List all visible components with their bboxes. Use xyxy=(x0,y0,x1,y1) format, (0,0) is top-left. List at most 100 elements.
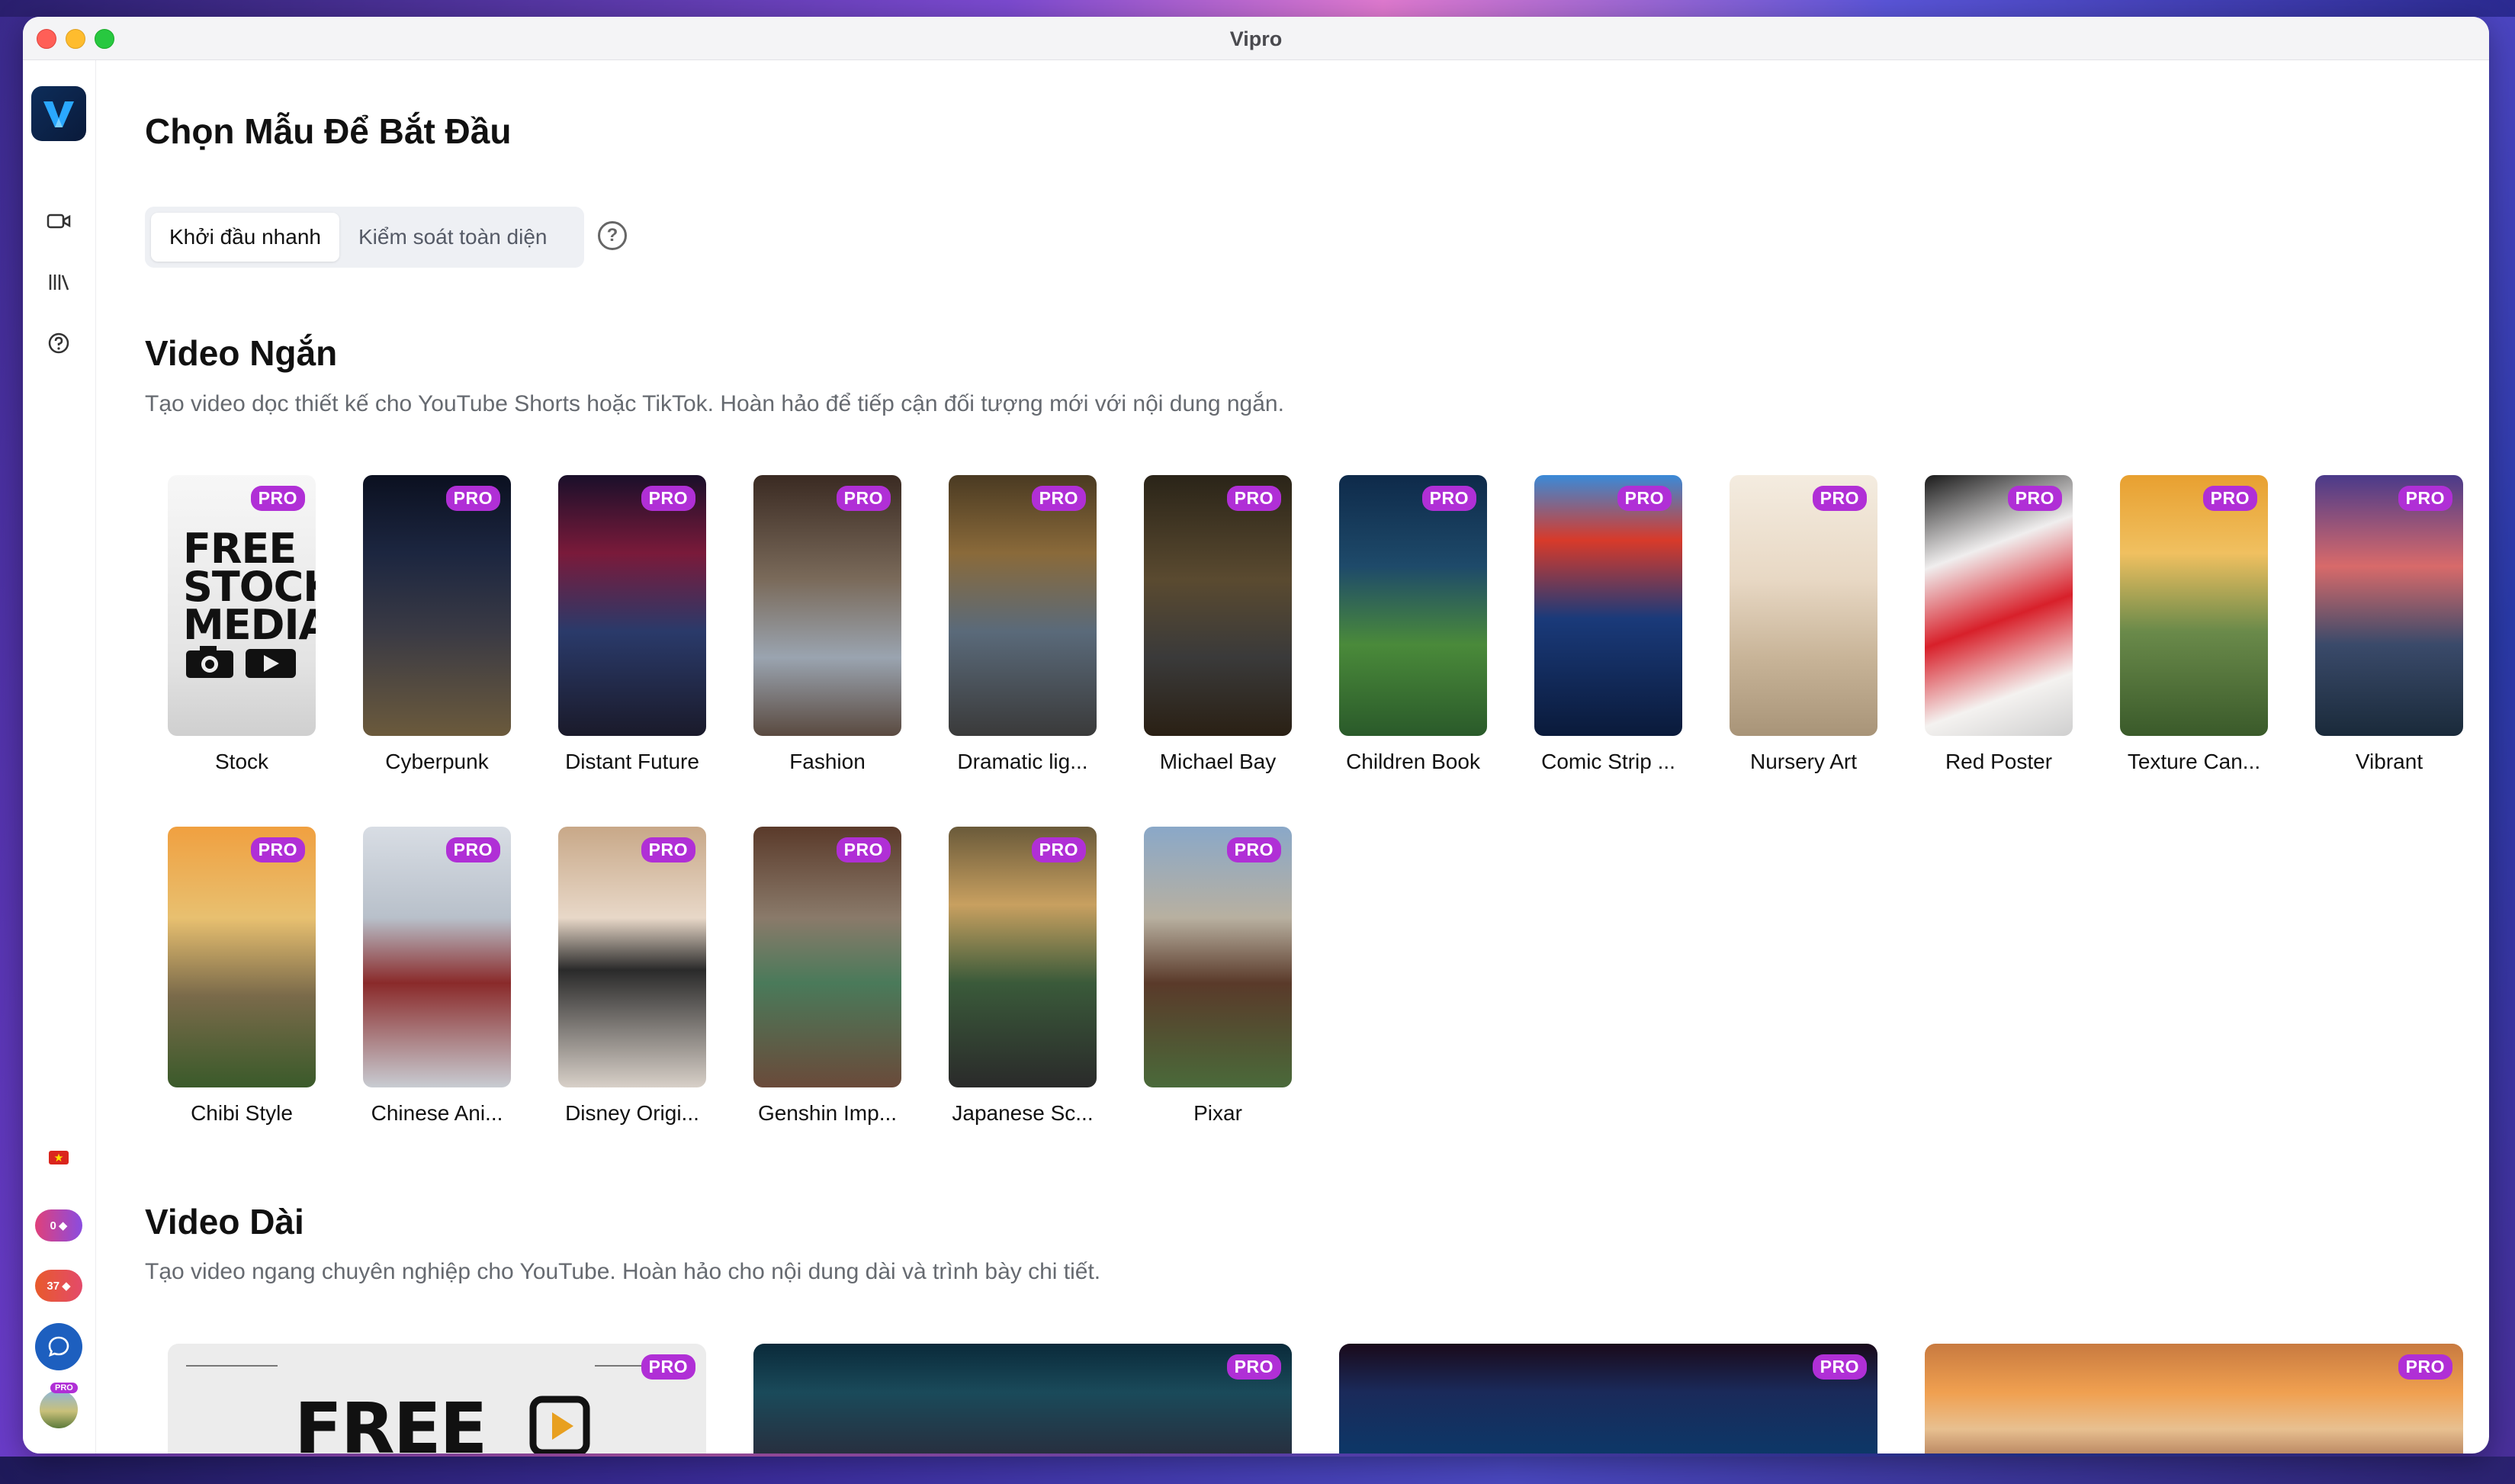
template-label: Cyberpunk xyxy=(385,750,489,773)
template-card-disney-original[interactable]: PRO Disney Origi... xyxy=(558,827,706,1126)
window-title: Vipro xyxy=(1229,27,1283,50)
template-thumbnail: PRO xyxy=(558,475,706,736)
template-card-japanese-school[interactable]: PRO Japanese Sc... xyxy=(949,827,1097,1126)
credits-count: 37 xyxy=(47,1279,60,1293)
template-thumbnail: PRO xyxy=(2315,475,2463,736)
template-thumbnail: PRO xyxy=(949,475,1097,736)
template-label: Dramatic lig... xyxy=(957,750,1088,773)
video-camera-icon[interactable] xyxy=(44,207,73,236)
template-label: Chibi Style xyxy=(191,1101,293,1125)
points-badge[interactable]: 0 ◆ xyxy=(35,1209,82,1241)
template-label: Michael Bay xyxy=(1159,750,1277,773)
template-label: Japanese Sc... xyxy=(952,1101,1094,1125)
title-bar: Vipro xyxy=(23,17,2489,60)
desktop-wallpaper-top xyxy=(0,0,2515,17)
template-label: Stock xyxy=(214,750,269,773)
long-video-section-description: Tạo video ngang chuyên nghiệp cho YouTub… xyxy=(145,1259,1101,1284)
template-thumbnail: PRO xyxy=(1144,827,1292,1087)
long-template-card-neon-city[interactable]: PRO xyxy=(1339,1344,1877,1453)
template-thumbnail: PRO xyxy=(2120,475,2268,736)
pro-badge: PRO xyxy=(641,1354,695,1380)
template-label: Vibrant xyxy=(2355,750,2423,773)
template-card-distant-future[interactable]: PRO Distant Future xyxy=(558,475,706,774)
template-thumbnail: PRO xyxy=(558,827,706,1087)
template-thumbnail: PRO xyxy=(363,827,511,1087)
pro-badge: PRO xyxy=(1812,1354,1867,1380)
template-thumbnail: FREESTOCKMEDIA PRO xyxy=(168,475,316,736)
pro-badge: PRO xyxy=(445,486,500,511)
template-label: Nursery Art xyxy=(1749,750,1858,773)
tab-quick-start[interactable]: Khởi đầu nhanh xyxy=(151,213,339,262)
language-flag-icon[interactable] xyxy=(49,1151,69,1164)
pro-badge: PRO xyxy=(1617,486,1672,511)
page-title: Chọn Mẫu Để Bắt Đầu xyxy=(145,111,512,151)
divider xyxy=(186,1365,278,1367)
long-template-card-cyberpunk[interactable]: PRO xyxy=(753,1344,1292,1453)
template-card-stock[interactable]: FREESTOCKMEDIA PRO Stock xyxy=(168,475,316,774)
pro-badge: PRO xyxy=(1031,837,1086,862)
mode-tabs: Khởi đầu nhanh Kiểm soát toàn diện xyxy=(145,207,584,268)
pro-badge: PRO xyxy=(2202,486,2257,511)
template-card-chibi-style[interactable]: PRO Chibi Style xyxy=(168,827,316,1126)
template-label: Fashion xyxy=(789,750,866,773)
template-thumbnail: PRO xyxy=(168,827,316,1087)
short-video-section-title: Video Ngắn xyxy=(145,333,338,373)
template-card-fashion[interactable]: PRO Fashion xyxy=(753,475,901,774)
chat-button[interactable] xyxy=(35,1323,82,1370)
template-label: Chinese Ani... xyxy=(371,1101,503,1125)
pro-badge: PRO xyxy=(1812,486,1867,511)
help-icon[interactable] xyxy=(44,329,73,358)
user-avatar[interactable] xyxy=(40,1390,78,1428)
points-count: 0 xyxy=(50,1219,56,1232)
template-thumbnail: PRO xyxy=(363,475,511,736)
play-icon xyxy=(529,1396,590,1453)
template-label: Genshin Imp... xyxy=(757,1101,898,1125)
pro-badge: PRO xyxy=(836,486,891,511)
pro-badge: PRO xyxy=(250,486,305,511)
pro-badge: PRO xyxy=(1226,486,1281,511)
template-card-texture-canvas[interactable]: PRO Texture Can... xyxy=(2120,475,2268,774)
free-stock-text: FREE xyxy=(294,1388,487,1453)
app-logo[interactable] xyxy=(31,86,86,141)
free-stock-media-text: FREESTOCKMEDIA xyxy=(183,525,316,649)
pro-badge: PRO xyxy=(641,837,695,862)
template-card-michael-bay[interactable]: PRO Michael Bay xyxy=(1144,475,1292,774)
mode-help-icon[interactable]: ? xyxy=(598,221,627,250)
template-card-dramatic-lighting[interactable]: PRO Dramatic lig... xyxy=(949,475,1097,774)
template-thumbnail: PRO xyxy=(949,827,1097,1087)
sidebar: 0 ◆ 37 ◆ PRO xyxy=(23,60,96,1453)
template-card-nursery-art[interactable]: PRO Nursery Art xyxy=(1730,475,1877,774)
pro-badge: PRO xyxy=(1031,486,1086,511)
pro-badge: PRO xyxy=(641,486,695,511)
template-thumbnail: PRO xyxy=(1144,475,1292,736)
template-thumbnail: PRO xyxy=(753,475,901,736)
template-card-cyberpunk[interactable]: PRO Cyberpunk xyxy=(363,475,511,774)
pro-badge: PRO xyxy=(250,837,305,862)
tab-full-control[interactable]: Kiểm soát toàn diện xyxy=(340,213,566,262)
template-card-chinese-animation[interactable]: PRO Chinese Ani... xyxy=(363,827,511,1126)
pro-badge: PRO xyxy=(445,837,500,862)
template-thumbnail: PRO xyxy=(1534,475,1682,736)
template-card-pixar[interactable]: PRO Pixar xyxy=(1144,827,1292,1126)
template-label: Red Poster xyxy=(1945,750,2053,773)
short-video-section-description: Tạo video dọc thiết kế cho YouTube Short… xyxy=(145,391,1284,416)
long-template-card-sunset-portrait[interactable]: PRO xyxy=(1925,1344,2463,1453)
long-video-section-title: Video Dài xyxy=(145,1202,304,1241)
template-label: Texture Can... xyxy=(2127,750,2261,773)
vipro-logo-icon xyxy=(43,101,74,127)
pro-badge: PRO xyxy=(1226,837,1281,862)
library-icon[interactable] xyxy=(44,268,73,297)
desktop-wallpaper-bottom xyxy=(0,1457,2515,1484)
credits-badge[interactable]: 37 ◆ xyxy=(35,1270,82,1302)
pro-badge: PRO xyxy=(1421,486,1476,511)
diamond-icon: ◆ xyxy=(62,1280,71,1293)
template-card-red-poster[interactable]: PRO Red Poster xyxy=(1925,475,2073,774)
template-card-children-book[interactable]: PRO Children Book xyxy=(1339,475,1487,774)
template-label: Distant Future xyxy=(565,750,699,773)
pro-badge: PRO xyxy=(2398,1354,2452,1380)
long-template-card-stock[interactable]: FREE PRO xyxy=(168,1344,706,1453)
template-card-comic-strip[interactable]: PRO Comic Strip ... xyxy=(1534,475,1682,774)
template-card-genshin-impact[interactable]: PRO Genshin Imp... xyxy=(753,827,901,1126)
template-card-vibrant[interactable]: PRO Vibrant xyxy=(2315,475,2463,774)
template-label: Pixar xyxy=(1193,1101,1242,1125)
